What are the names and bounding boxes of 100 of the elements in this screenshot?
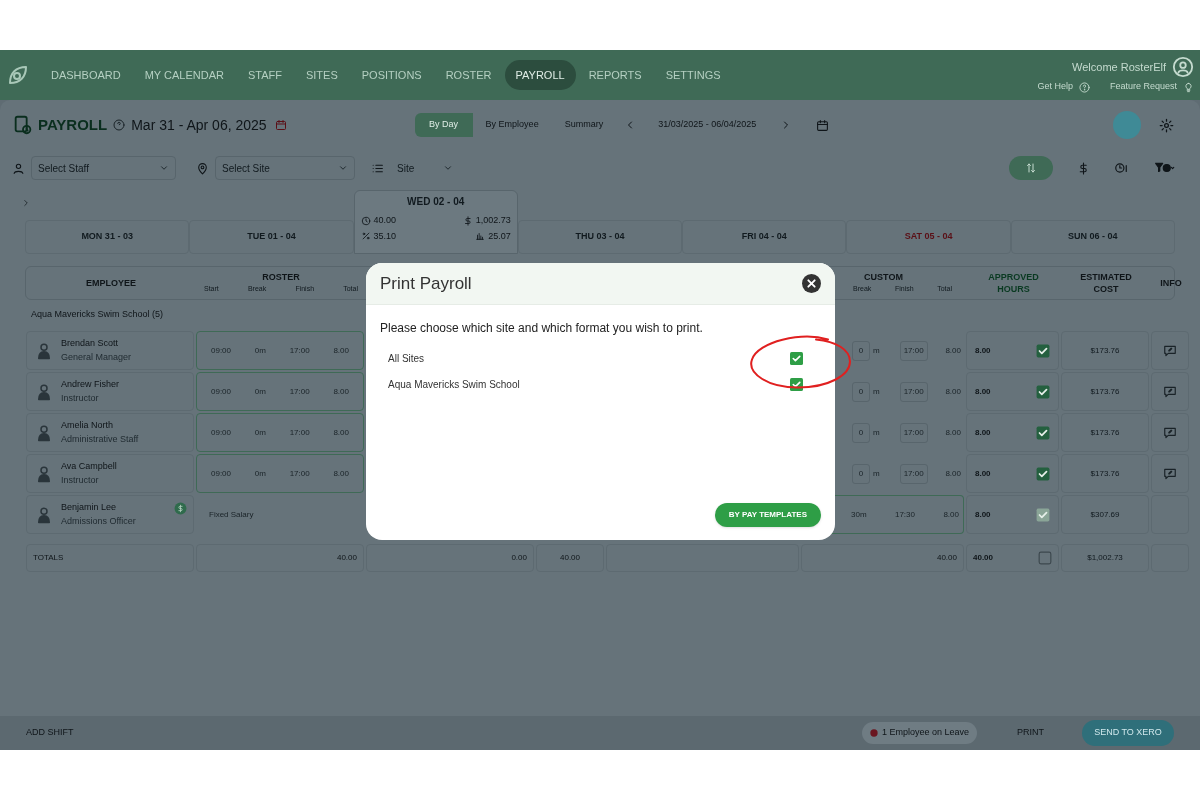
- day-tab[interactable]: FRI 04 - 04: [682, 220, 847, 254]
- roster-value: 09:00: [211, 385, 232, 398]
- roster-shift[interactable]: 09:00 0m 17:00 8.00: [196, 454, 364, 493]
- group-by-select[interactable]: Site: [390, 156, 460, 180]
- site-option-label: Aqua Mavericks Swim School: [388, 377, 520, 392]
- column-header: CUSTOM: [863, 271, 904, 284]
- leave-badge[interactable]: 1 Employee on Leave: [861, 722, 977, 744]
- checkbox-icon[interactable]: [1036, 384, 1050, 399]
- nav-tab[interactable]: SITES: [294, 60, 349, 90]
- print-button[interactable]: PRINT: [1017, 726, 1044, 740]
- nav-tab[interactable]: PAYROLL: [504, 60, 576, 90]
- cost-value: $173.76: [1090, 467, 1120, 480]
- nav-tab[interactable]: REPORTS: [577, 60, 653, 90]
- percent-stat: 35.10: [373, 229, 397, 243]
- nav-tab[interactable]: STAFF: [236, 60, 293, 90]
- nav-tab[interactable]: DASHBOARD: [40, 60, 132, 90]
- view-tab[interactable]: By Day: [414, 113, 473, 137]
- chevron-down-icon: [338, 163, 348, 173]
- site-select[interactable]: Select Site: [215, 156, 355, 180]
- employee-role: General Manager: [61, 350, 132, 364]
- unit-label: m: [873, 385, 880, 398]
- roster-shift[interactable]: 09:00 0m 17:00 8.00: [196, 413, 364, 452]
- view-tab[interactable]: Summary: [551, 113, 617, 137]
- nav-tab[interactable]: SETTINGS: [654, 60, 732, 90]
- close-icon[interactable]: [802, 274, 821, 293]
- roster-value: 17:00: [289, 385, 310, 398]
- day-tab[interactable]: SAT 05 - 04: [846, 220, 1011, 254]
- total-value: 40.00: [336, 552, 357, 564]
- day-tab[interactable]: SUN 06 - 04: [1010, 220, 1175, 254]
- add-shift-button[interactable]: ADD SHIFT: [26, 726, 74, 740]
- approved-hours: 8.00: [975, 385, 991, 398]
- checkbox-icon[interactable]: [790, 351, 803, 365]
- welcome-text: Welcome RosterElf: [1072, 60, 1166, 75]
- day-tab[interactable]: MON 31 - 03: [25, 220, 190, 254]
- comment-edit-icon[interactable]: [1163, 384, 1177, 399]
- custom-total: 8.00: [945, 385, 961, 398]
- date-field[interactable]: 31/03/2025 - 06/04/2025: [658, 118, 757, 132]
- alert-dot-icon: [869, 729, 878, 737]
- roster-value: 8.00: [333, 467, 349, 480]
- custom-total: 8.00: [945, 426, 961, 439]
- salary-dollar-icon: [174, 502, 187, 515]
- location-pin-icon: [196, 161, 209, 175]
- help-link[interactable]: Get Help: [1037, 80, 1073, 94]
- checkbox-icon[interactable]: [1036, 343, 1050, 358]
- calendar-icon[interactable]: [816, 118, 830, 132]
- custom-total: 8.00: [943, 508, 959, 521]
- finish-field[interactable]: 17:00: [899, 381, 928, 402]
- percent-icon: [360, 231, 371, 242]
- clock-sort-icon[interactable]: [1114, 161, 1128, 175]
- checkbox-icon[interactable]: [1038, 551, 1052, 565]
- feature-request-link[interactable]: Feature Request: [1109, 80, 1177, 94]
- unit-label: m: [873, 344, 880, 357]
- staff-select[interactable]: Select Staff: [31, 156, 176, 180]
- comment-edit-icon[interactable]: [1163, 343, 1177, 358]
- day-tab[interactable]: TUE 01 - 04: [189, 220, 354, 254]
- cost-stat: 1,002.73: [475, 214, 511, 227]
- column-header: INFO: [1159, 277, 1183, 289]
- employee-name: Andrew Fisher: [61, 378, 120, 391]
- approved-hours: 8.00: [975, 467, 991, 480]
- cost-value: $307.69: [1090, 508, 1120, 521]
- break-field[interactable]: 0: [852, 422, 870, 443]
- roster-value: 8.00: [333, 426, 349, 439]
- nav-tab[interactable]: ROSTER: [434, 60, 503, 90]
- break-field[interactable]: 0: [852, 381, 870, 402]
- avatar-icon[interactable]: [1172, 56, 1194, 79]
- column-header: ROSTER: [261, 271, 301, 284]
- checkbox-icon[interactable]: [1036, 425, 1050, 440]
- total-cost: $1,002.73: [1087, 552, 1123, 564]
- calendar-icon[interactable]: [274, 119, 287, 131]
- employee-role: Instructor: [61, 473, 100, 487]
- roster-value: 0m: [254, 344, 266, 357]
- custom-total: 8.00: [945, 467, 961, 480]
- day-tab[interactable]: THU 03 - 04: [517, 220, 683, 254]
- settings-icon[interactable]: [1159, 117, 1174, 133]
- comment-edit-icon[interactable]: [1163, 425, 1177, 440]
- help-icon: [113, 119, 126, 131]
- employee-role: Administrative Staff: [61, 432, 139, 446]
- break-field[interactable]: 0: [852, 340, 870, 361]
- help-icon: [1078, 81, 1090, 93]
- dollar-icon[interactable]: [1077, 161, 1090, 175]
- total-value: 40.00: [936, 552, 957, 564]
- view-tab[interactable]: By Employee: [472, 113, 552, 137]
- date-range-text: Mar 31 - Apr 06, 2025: [131, 115, 267, 135]
- by-pay-templates-button[interactable]: BY PAY TEMPLATES: [714, 503, 821, 527]
- send-to-xero-button[interactable]: SEND TO XERO: [1082, 720, 1174, 746]
- break-field[interactable]: 0: [852, 463, 870, 484]
- finish-field[interactable]: 17:00: [899, 463, 928, 484]
- finish-field[interactable]: 17:00: [899, 422, 928, 443]
- chevron-right-icon[interactable]: [21, 198, 31, 208]
- day-card[interactable]: WED 02 - 04 40.00 1,002.73 35.10 25.07: [353, 190, 518, 254]
- modal-prompt: Please choose which site and which format you wish to print.: [380, 320, 703, 337]
- sort-button[interactable]: [1009, 156, 1053, 180]
- roster-shift[interactable]: 09:00 0m 17:00 8.00: [196, 331, 364, 370]
- roster-shift[interactable]: 09:00 0m 17:00 8.00: [196, 372, 364, 411]
- total-value: 40.00: [560, 552, 580, 564]
- nav-tab[interactable]: MY CALENDAR: [133, 60, 235, 90]
- comment-edit-icon[interactable]: [1163, 466, 1177, 481]
- checkbox-icon[interactable]: [1036, 466, 1050, 481]
- finish-field[interactable]: 17:00: [899, 340, 928, 361]
- nav-tab[interactable]: POSITIONS: [350, 60, 433, 90]
